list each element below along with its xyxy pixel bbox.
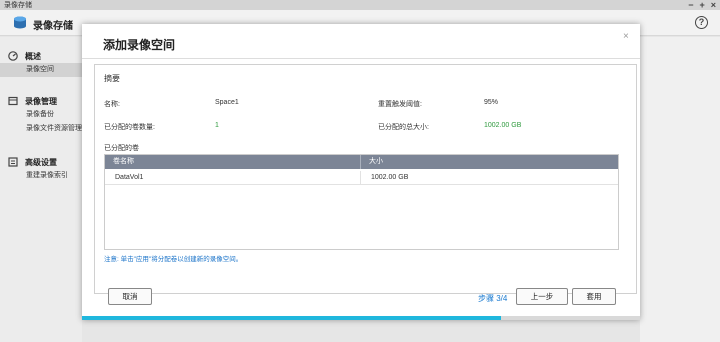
summary-title: 摘要	[104, 74, 120, 83]
sidebar-item-recording-space[interactable]: 录像空间	[0, 63, 82, 77]
column-header-volume-name[interactable]: 卷名称	[105, 155, 134, 169]
progress-fill	[82, 316, 501, 320]
help-icon[interactable]: ?	[695, 16, 708, 29]
video-manage-icon	[8, 96, 18, 106]
overwrite-threshold-value: 95%	[484, 99, 499, 106]
window-controls: − + ×	[688, 0, 716, 10]
cancel-button[interactable]: 取消	[108, 288, 152, 305]
volume-count-label: 已分配的卷数量:	[104, 124, 155, 131]
column-header-size[interactable]: 大小	[361, 155, 383, 169]
sidebar-heading-label: 高级设置	[25, 157, 57, 167]
volumes-table: 卷名称 大小 DataVol1 1002.00 GB	[104, 154, 619, 250]
sidebar-item-recording-backup[interactable]: 录像备份	[0, 108, 82, 122]
volume-count-value: 1	[215, 122, 219, 129]
sidebar: 概述 录像空间 录像管理 录像备份 录像文件资源管理器 高级设置 重建录像索引	[0, 37, 82, 342]
dialog-title: 添加录像空间	[103, 38, 176, 52]
sidebar-heading-label: 概述	[25, 51, 41, 61]
window-titlebar: 录像存储 − + ×	[0, 0, 720, 10]
sidebar-heading-recording-management[interactable]: 录像管理	[0, 94, 82, 108]
previous-step-button[interactable]: 上一步	[516, 288, 568, 305]
name-label: 名称:	[104, 101, 120, 108]
note-text: 注意: 单击"应用"将分配卷以创建新的录像空间。	[104, 256, 243, 263]
allocated-volumes-label: 已分配的卷	[104, 145, 139, 152]
sidebar-item-recording-explorer[interactable]: 录像文件资源管理器	[0, 122, 82, 136]
add-recording-space-dialog: 添加录像空间 × 摘要 名称: Space1 重置触发阈值: 95% 已分配的卷…	[82, 24, 640, 320]
sidebar-section-overview: 概述 录像空间	[0, 49, 82, 77]
sidebar-heading-label: 录像管理	[25, 96, 57, 106]
maximize-button[interactable]: +	[699, 0, 704, 10]
storage-icon	[14, 16, 26, 29]
name-value: Space1	[215, 99, 239, 106]
table-row[interactable]: DataVol1 1002.00 GB	[105, 171, 618, 185]
sidebar-item-rebuild-index[interactable]: 重建录像索引	[0, 169, 82, 183]
sidebar-heading-advanced[interactable]: 高级设置	[0, 155, 82, 169]
app-title: 录像存储	[33, 21, 73, 32]
sidebar-heading-overview[interactable]: 概述	[0, 49, 82, 63]
total-size-value: 1002.00 GB	[484, 122, 522, 129]
sidebar-section-advanced: 高级设置 重建录像索引	[0, 155, 82, 183]
minimize-button[interactable]: −	[688, 0, 693, 10]
table-header: 卷名称 大小	[105, 155, 618, 169]
apply-button[interactable]: 套用	[572, 288, 616, 305]
background-content	[640, 37, 720, 342]
divider	[82, 58, 640, 59]
close-icon[interactable]: ×	[623, 31, 629, 42]
sidebar-section-recording-management: 录像管理 录像备份 录像文件资源管理器	[0, 94, 82, 136]
close-window-button[interactable]: ×	[711, 0, 716, 10]
cell-size: 1002.00 GB	[371, 174, 409, 181]
gauge-icon	[8, 51, 18, 61]
total-size-label: 已分配的总大小:	[378, 124, 429, 131]
overwrite-threshold-label: 重置触发阈值:	[378, 101, 422, 108]
step-indicator: 步骤 3/4	[478, 294, 508, 303]
summary-panel: 摘要 名称: Space1 重置触发阈值: 95% 已分配的卷数量: 1 已分配…	[94, 64, 637, 294]
wizard-progress-bar	[82, 316, 640, 320]
window-title: 录像存储	[4, 2, 32, 9]
cell-volume-name: DataVol1	[115, 174, 144, 181]
advanced-settings-icon	[8, 157, 18, 167]
